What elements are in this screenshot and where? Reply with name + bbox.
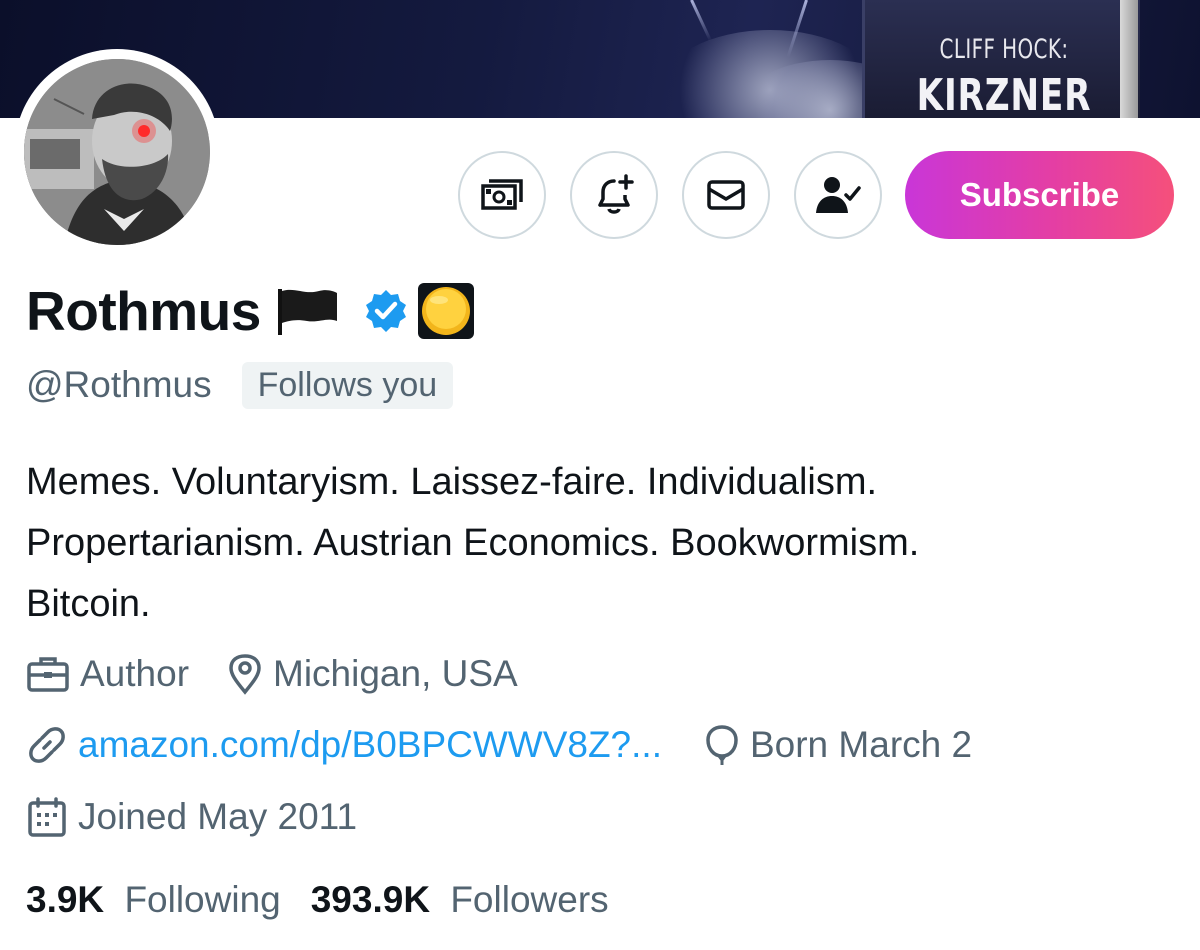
message-button[interactable]	[682, 151, 770, 239]
followers-stat[interactable]: 393.9K Followers	[311, 879, 609, 921]
joined-item: Joined May 2011	[26, 796, 357, 838]
bio-line: Memes. Voluntaryism. Laissez-faire. Indi…	[26, 461, 878, 503]
calendar-icon	[28, 797, 66, 837]
book-page-edge	[1120, 0, 1138, 118]
money-icon	[481, 179, 523, 210]
follow-stats: 3.9K Following 393.9K Followers	[26, 876, 639, 924]
location-pin-icon	[229, 654, 261, 695]
book-author: CLIFF HOCK:	[939, 34, 1069, 65]
black-flag-icon	[277, 289, 337, 335]
banner-lightning	[690, 0, 712, 42]
following-count: 3.9K	[26, 879, 105, 920]
following-stat[interactable]: 3.9K Following	[26, 879, 281, 921]
profile-meta-row: Author Michigan, USA	[26, 649, 556, 699]
display-name: Rothmus	[26, 280, 261, 342]
bio-line: Propertarianism. Austrian Economics. Boo…	[26, 522, 920, 564]
birthday: Born March 2	[749, 724, 973, 765]
bell-plus-icon	[598, 174, 634, 214]
location-item: Michigan, USA	[227, 653, 518, 695]
website-item[interactable]: amazon.com/dp/B0BPCWWV8Z?...	[26, 724, 662, 766]
profession-item: Author	[26, 653, 189, 695]
avatar[interactable]	[24, 59, 210, 245]
person-check-icon	[816, 177, 861, 213]
following-button[interactable]	[794, 151, 882, 239]
subscribe-button[interactable]: Subscribe	[905, 151, 1174, 239]
handle-row: @Rothmus Follows you	[26, 358, 454, 412]
joined-date: Joined May 2011	[78, 796, 358, 837]
location: Michigan, USA	[273, 653, 518, 694]
bio-line: Bitcoin.	[26, 583, 151, 625]
tip-button[interactable]	[458, 151, 546, 239]
balloon-icon	[706, 725, 738, 765]
profile-meta-row: amazon.com/dp/B0BPCWWV8Z?... Born March …	[26, 720, 1010, 770]
briefcase-icon	[27, 657, 69, 692]
display-name-row: Rothmus	[26, 278, 475, 344]
follows-you-badge: Follows you	[241, 361, 454, 409]
followers-label: Followers	[450, 879, 609, 920]
avatar-portrait	[24, 59, 210, 245]
bio: Memes. Voluntaryism. Laissez-faire. Indi…	[26, 452, 1176, 635]
birthday-item: Born March 2	[704, 724, 972, 766]
link-icon	[29, 727, 65, 763]
book-title: KIRZNER 14	[916, 70, 1092, 118]
envelope-icon	[707, 180, 745, 210]
notifications-button[interactable]	[570, 151, 658, 239]
gold-coin-icon	[417, 283, 474, 339]
website-link[interactable]: amazon.com/dp/B0BPCWWV8Z?...	[78, 724, 662, 766]
verified-badge-icon[interactable]	[363, 288, 409, 334]
following-label: Following	[124, 879, 281, 920]
followers-count: 393.9K	[310, 879, 431, 920]
banner-book-cover: CLIFF HOCK: KIRZNER 14	[862, 0, 1140, 118]
profession: Author	[80, 653, 190, 694]
handle: @Rothmus	[26, 364, 212, 405]
profile-meta-row: Joined May 2011	[26, 792, 395, 842]
